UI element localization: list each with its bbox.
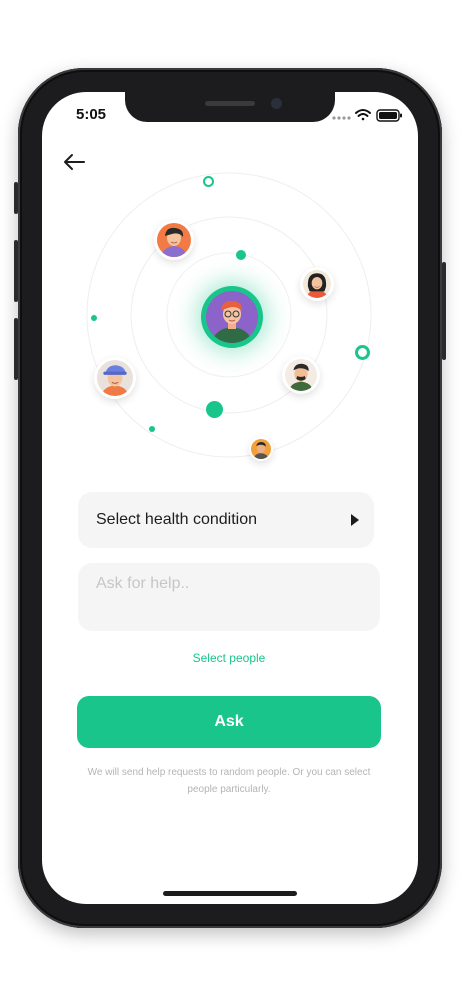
play-triangle-icon (351, 514, 359, 526)
user-avatar (154, 220, 194, 260)
orbit-dot (236, 250, 246, 260)
front-camera (271, 98, 282, 109)
person-illustration (157, 223, 191, 257)
select-people-link[interactable]: Select people (78, 651, 380, 665)
notch (125, 91, 335, 122)
person-illustration (251, 439, 271, 459)
ask-for-help-input[interactable] (78, 563, 380, 631)
ask-button[interactable]: Ask (77, 696, 381, 748)
health-condition-select[interactable]: Select health condition (78, 492, 374, 548)
person-illustration (206, 291, 258, 343)
status-time: 5:05 (76, 106, 107, 123)
battery-icon (376, 109, 402, 122)
orbit-dot (149, 426, 155, 432)
arrow-left-icon[interactable] (62, 152, 86, 172)
mute-switch (14, 182, 18, 214)
center-user-avatar (201, 286, 263, 348)
signal-icon (332, 116, 351, 120)
speaker-grille (205, 101, 255, 106)
user-avatar (282, 356, 320, 394)
health-condition-label: Select health condition (96, 511, 257, 528)
user-avatar (249, 437, 273, 461)
person-illustration (303, 270, 331, 298)
volume-down-button (14, 318, 18, 380)
info-text: We will send help requests to random peo… (87, 767, 371, 795)
volume-up-button (14, 240, 18, 302)
status-icons (332, 109, 402, 122)
user-avatar (94, 357, 136, 399)
person-illustration (285, 359, 317, 391)
wifi-icon (355, 109, 371, 121)
home-indicator[interactable] (163, 891, 297, 896)
orbit-ring-dot (203, 176, 214, 187)
person-illustration (97, 360, 133, 396)
power-button (442, 262, 446, 360)
orbit-ring-dot (355, 345, 370, 360)
orbit-dot (91, 315, 97, 321)
orbit-dot (206, 401, 223, 418)
user-avatar (300, 267, 334, 301)
